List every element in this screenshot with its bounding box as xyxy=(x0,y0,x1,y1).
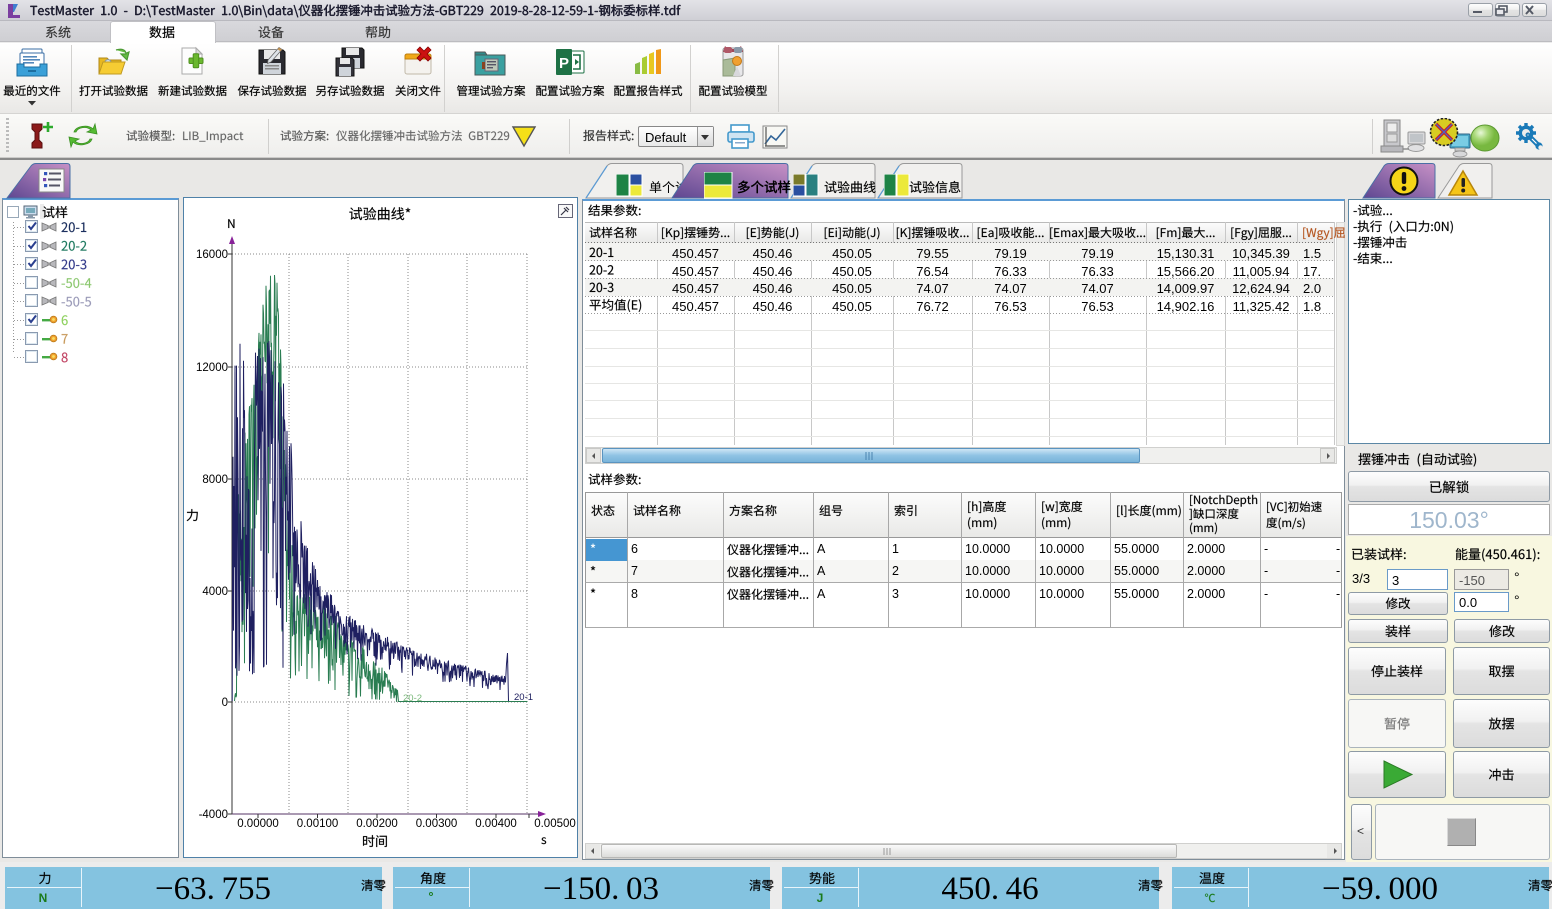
svg-text:8000: 8000 xyxy=(202,474,228,486)
svg-text:16000: 16000 xyxy=(196,249,228,261)
svg-text:20-2: 20-2 xyxy=(403,693,422,704)
svg-text:0.00300: 0.00300 xyxy=(416,818,458,830)
svg-text:0.00100: 0.00100 xyxy=(297,818,339,830)
svg-text:P: P xyxy=(559,55,569,72)
svg-text:0.00400: 0.00400 xyxy=(475,818,517,830)
svg-text:0: 0 xyxy=(222,697,228,709)
svg-text:0.00000: 0.00000 xyxy=(237,818,279,830)
svg-text:0.00500: 0.00500 xyxy=(534,818,576,830)
svg-text:-4000: -4000 xyxy=(199,809,228,821)
svg-text:0.00200: 0.00200 xyxy=(356,818,398,830)
svg-text:20-1: 20-1 xyxy=(514,692,533,703)
svg-text:4000: 4000 xyxy=(202,586,228,598)
svg-text:12000: 12000 xyxy=(196,362,228,374)
